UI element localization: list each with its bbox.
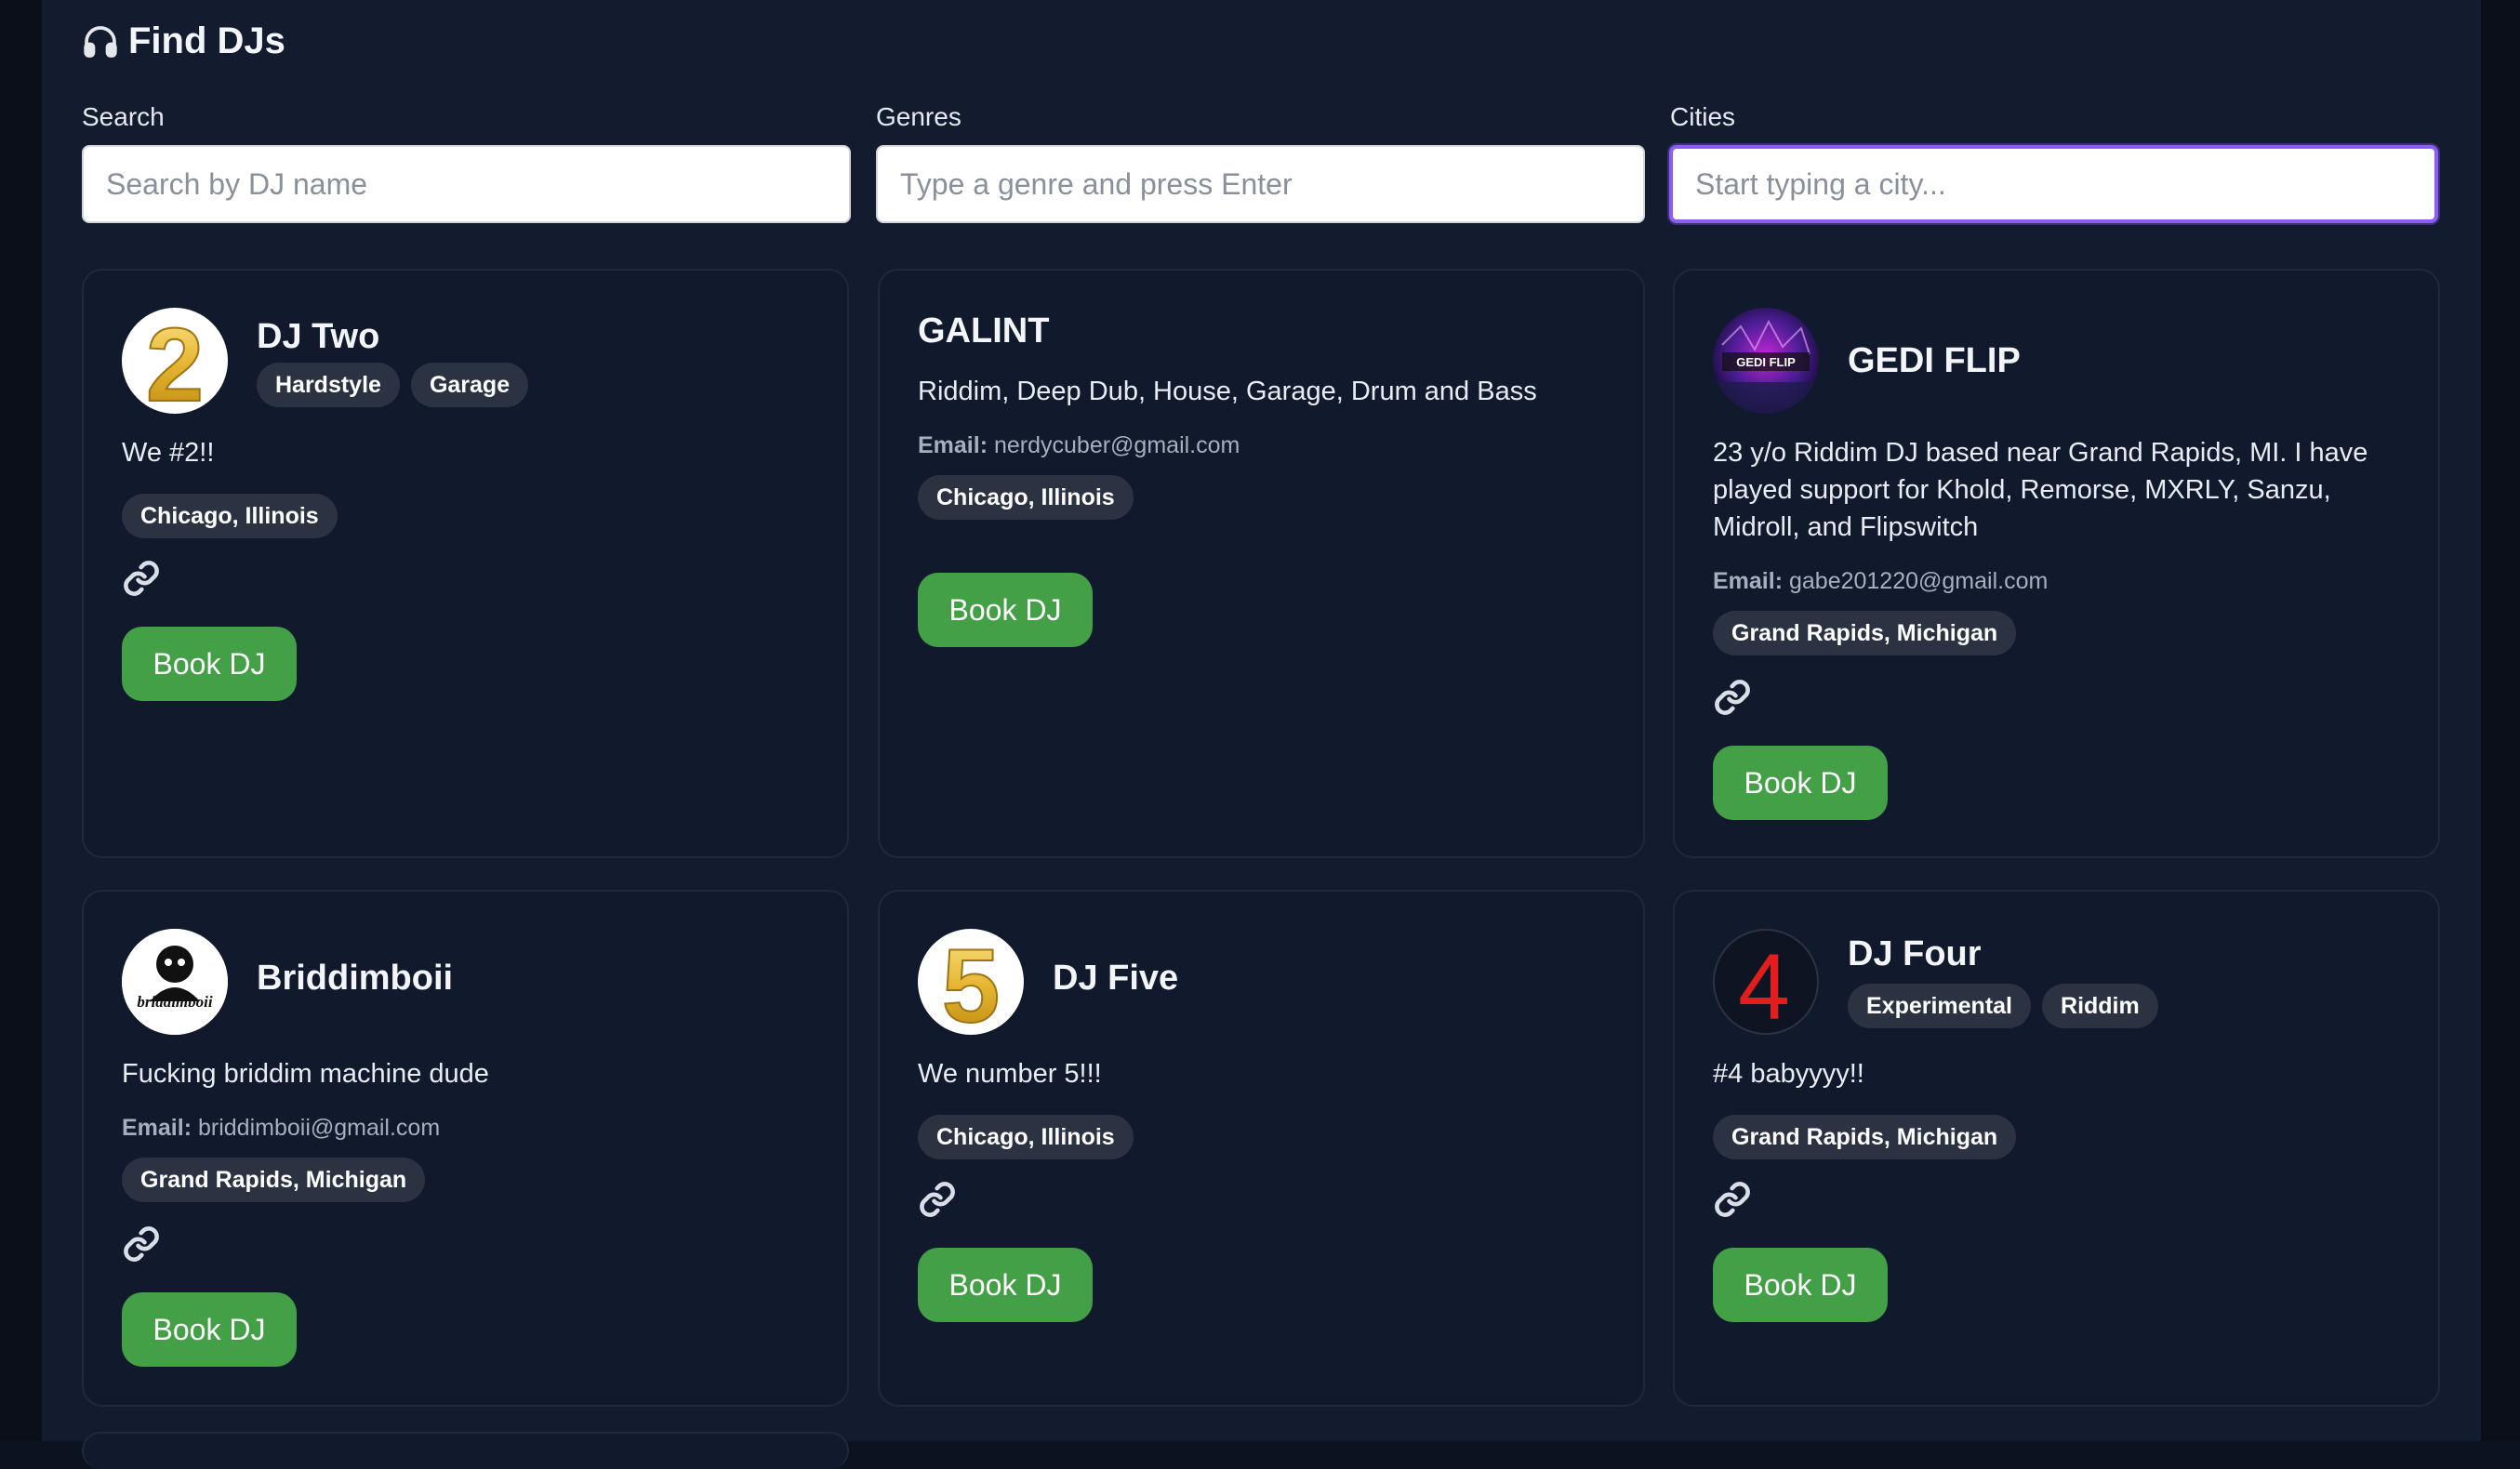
dj-card-partial [82,1432,849,1469]
search-input[interactable] [82,145,851,223]
dj-bio: #4 babyyyy!! [1713,1059,1864,1089]
city-chip: Grand Rapids, Michigan [122,1158,426,1202]
link-icon[interactable] [1713,678,1752,717]
email-value: gabe201220@gmail.com [1788,568,2049,594]
email-label: Email: [122,1115,192,1141]
dj-card: 4 DJ Four Experimental Riddim #4 babyyyy!… [1673,890,2440,1407]
genre-chip: Experimental [1848,984,2032,1028]
genres-input[interactable] [876,145,1645,223]
dj-name: Briddimboii [257,959,454,998]
dj-bio: 23 y/o Riddim DJ based near Grand Rapids… [1713,438,2368,542]
link-icon[interactable] [918,1180,957,1219]
city-chip: Chicago, Illinois [918,1115,1134,1159]
email-label: Email: [918,432,988,458]
dj-email: Email: nerdycuber@gmail.com [918,432,1240,459]
book-dj-button[interactable]: Book DJ [122,1292,297,1367]
avatar: 2 [122,308,228,414]
genre-chip: Hardstyle [257,363,400,407]
dj-card: GEDI FLIP GEDI FLIP 23 y/o Riddim DJ bas… [1673,269,2440,858]
dj-name: DJ Five [1053,959,1179,998]
dj-name: DJ Four [1848,934,1982,973]
avatar: 4 [1713,929,1819,1035]
genres-label: Genres [876,102,962,131]
left-rail [0,0,42,1441]
dj-bio: Fucking briddim machine dude [122,1059,489,1089]
dj-card: briddimboii Briddimboii Fucking briddim … [82,890,849,1407]
avatar-logo-text: GEDI FLIP [1736,355,1796,369]
avatar-logo-text: briddimboii [137,993,213,1011]
email-value: briddimboii@gmail.com [197,1115,441,1141]
search-label: Search [82,102,165,131]
page-title: Find DJs [82,20,285,62]
genre-chip: Riddim [2042,984,2158,1028]
avatar-glyph: 4 [1738,935,1790,1033]
book-dj-button[interactable]: Book DJ [918,573,1093,647]
right-scrollbar[interactable] [2481,0,2520,1441]
dj-card: 2 DJ Two Hardstyle Garage We #2!! Chicago… [82,269,849,858]
page-title-text: Find DJs [128,20,285,61]
dj-name: DJ Two [257,317,380,356]
genre-chip: Garage [410,363,529,407]
avatar: GEDI FLIP [1713,308,1819,414]
dj-email: Email: gabe201220@gmail.com [1713,568,2048,595]
link-icon[interactable] [1713,1180,1752,1219]
email-label: Email: [1713,568,1784,594]
dj-card: 5 DJ Five We number 5!!! Chicago, Illino… [878,890,1645,1407]
avatar-glyph: 2 [146,308,204,414]
book-dj-button[interactable]: Book DJ [122,627,297,701]
link-icon[interactable] [122,559,161,598]
book-dj-button[interactable]: Book DJ [1713,746,1888,820]
city-chip: Grand Rapids, Michigan [1713,611,2017,655]
email-value: nerdycuber@gmail.com [993,432,1240,458]
dj-bio: We number 5!!! [918,1059,1102,1089]
avatar: briddimboii [122,929,228,1035]
cities-input[interactable] [1669,145,2438,223]
dj-email: Email: briddimboii@gmail.com [122,1115,440,1142]
dj-name: GEDI FLIP [1848,341,2021,380]
link-icon[interactable] [122,1224,161,1264]
headphones-icon [84,25,117,58]
dj-bio: We #2!! [122,438,215,468]
city-chip: Chicago, Illinois [918,475,1134,520]
city-chip: Chicago, Illinois [122,494,338,538]
dj-name: GALINT [918,311,1050,351]
book-dj-button[interactable]: Book DJ [918,1248,1093,1322]
cities-label: Cities [1670,102,1736,131]
city-chip: Grand Rapids, Michigan [1713,1115,2017,1159]
avatar: 5 [918,929,1024,1035]
dj-card: GALINT Riddim, Deep Dub, House, Garage, … [878,269,1645,858]
book-dj-button[interactable]: Book DJ [1713,1248,1888,1322]
avatar-glyph: 5 [942,929,1000,1035]
dj-genres-text: Riddim, Deep Dub, House, Garage, Drum an… [918,377,1537,406]
